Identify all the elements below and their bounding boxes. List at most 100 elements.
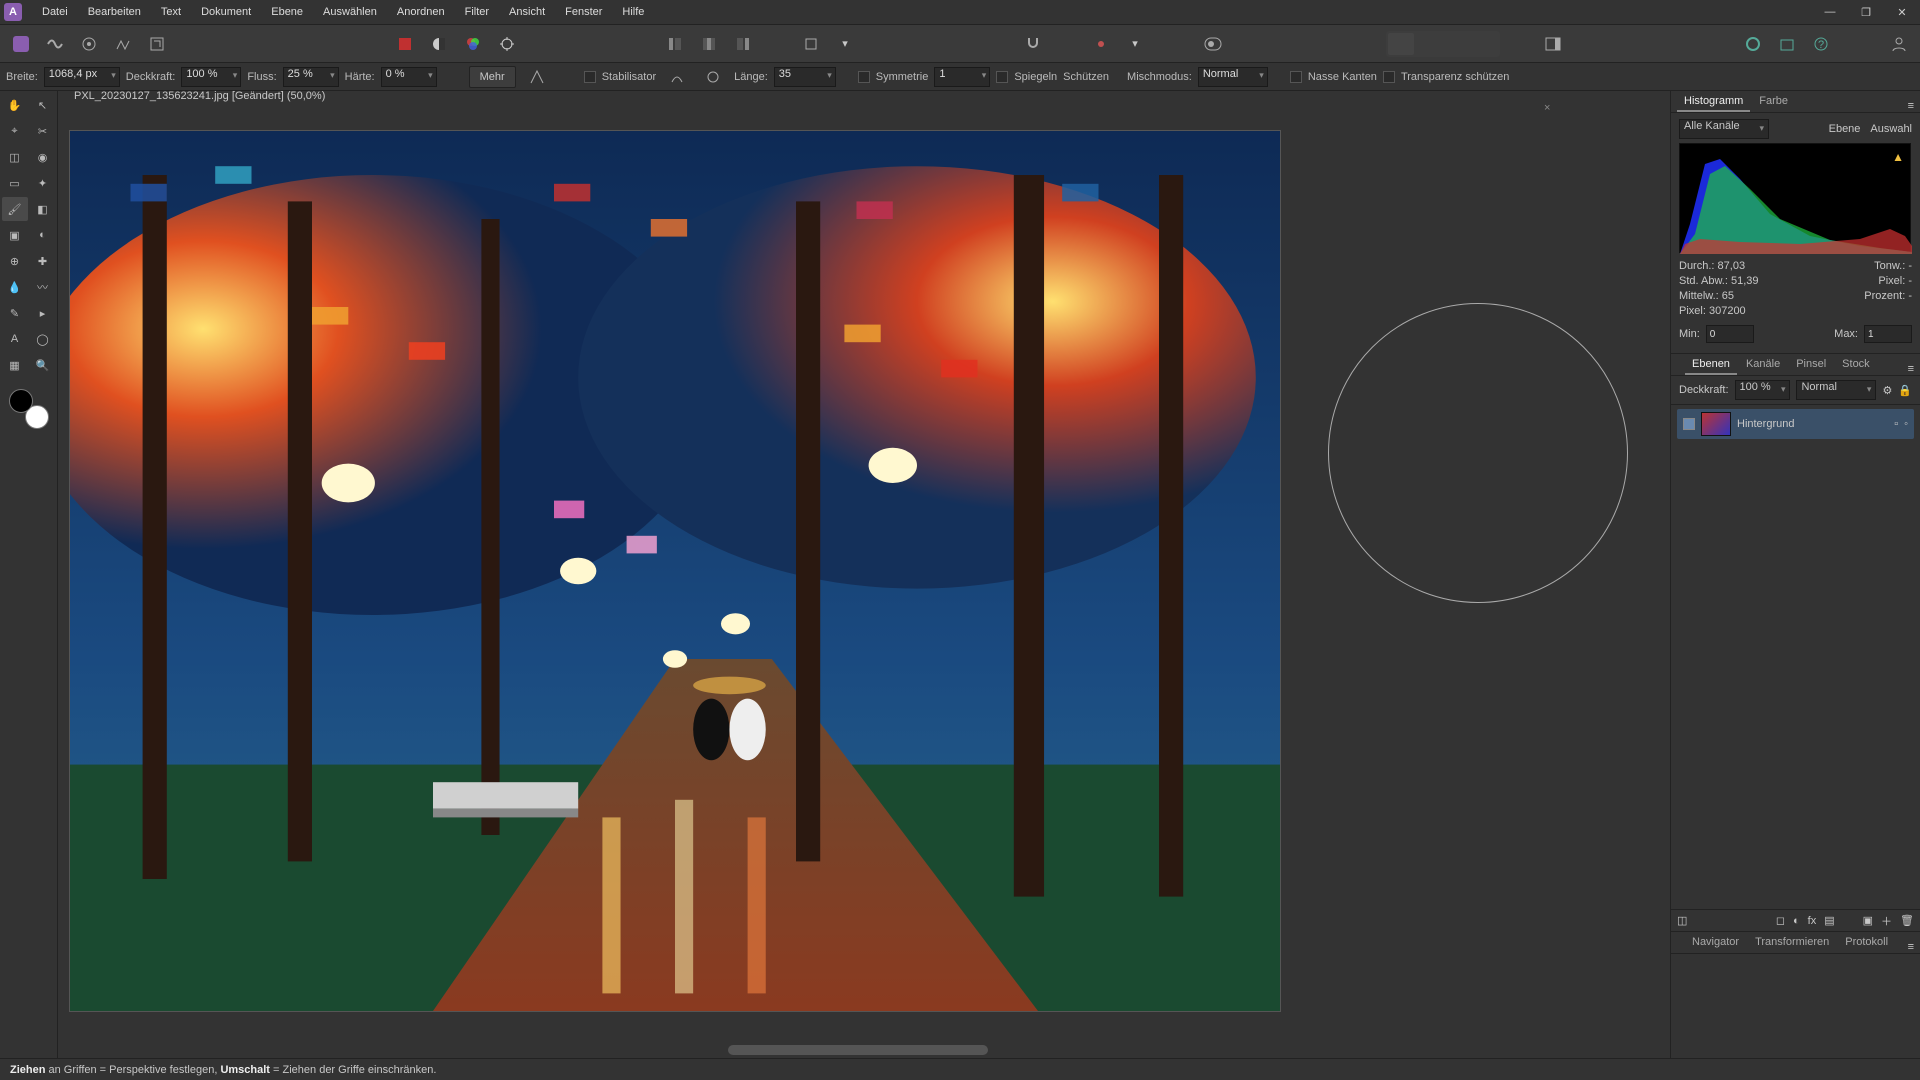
warning-icon[interactable]: ▲: [1892, 150, 1904, 164]
smudge-tool-icon[interactable]: 〰: [30, 275, 56, 299]
segmented-4-icon[interactable]: [1472, 33, 1498, 55]
zoom-tool-icon[interactable]: 🔍: [30, 353, 56, 377]
shape-tool-icon[interactable]: ◯: [30, 327, 56, 351]
arrange-left-icon[interactable]: [660, 30, 690, 58]
arrange-right-icon[interactable]: [728, 30, 758, 58]
mask-layer-icon[interactable]: ◻: [1776, 914, 1785, 927]
mirror-checkbox[interactable]: [996, 71, 1008, 83]
scope-auswahl-button[interactable]: Auswahl: [1870, 123, 1912, 135]
mesh-tool-icon[interactable]: ▦: [2, 353, 28, 377]
fx-layer-icon[interactable]: fx: [1808, 915, 1817, 927]
develop-persona-icon[interactable]: [74, 30, 104, 58]
blur-tool-icon[interactable]: 💧: [2, 275, 28, 299]
autowhitebalance-icon[interactable]: [492, 30, 522, 58]
histogram-channel-select[interactable]: Alle Kanäle: [1679, 119, 1769, 139]
autolevels-icon[interactable]: [390, 30, 420, 58]
healing-tool-icon[interactable]: ✚: [30, 249, 56, 273]
protectalpha-checkbox[interactable]: [1383, 71, 1395, 83]
panel-menu-icon[interactable]: ≡: [1908, 941, 1914, 953]
menu-hilfe[interactable]: Hilfe: [612, 2, 654, 22]
move-tool-icon[interactable]: ↖: [30, 93, 56, 117]
segmented-3-icon[interactable]: [1444, 33, 1470, 55]
dodge-tool-icon[interactable]: ◐: [30, 223, 56, 247]
panel-menu-icon[interactable]: ≡: [1908, 363, 1914, 375]
livefilter-layer-icon[interactable]: ▤: [1824, 914, 1834, 927]
assistant-dropdown-icon[interactable]: ▾: [1120, 30, 1150, 58]
selection-tool-icon[interactable]: ◫: [2, 145, 28, 169]
tab-farbe[interactable]: Farbe: [1752, 92, 1795, 112]
brush-opacity-input[interactable]: 100 %: [181, 67, 241, 87]
canvas[interactable]: [58, 113, 1670, 1042]
color-swatch[interactable]: [9, 389, 49, 429]
arrange-center-icon[interactable]: [694, 30, 724, 58]
menu-auswaehlen[interactable]: Auswählen: [313, 2, 387, 22]
stock-icon[interactable]: [1772, 30, 1802, 58]
paintbrush-tool-icon[interactable]: 🖌: [2, 197, 28, 221]
group-layer-icon[interactable]: ▣: [1863, 914, 1873, 927]
erase-tool-icon[interactable]: ◧: [30, 197, 56, 221]
flood-select-tool-icon[interactable]: ✦: [30, 171, 56, 195]
menu-bearbeiten[interactable]: Bearbeiten: [78, 2, 151, 22]
panel-menu-icon[interactable]: ≡: [1908, 100, 1914, 112]
tonemap-persona-icon[interactable]: [108, 30, 138, 58]
account-icon[interactable]: [1884, 30, 1914, 58]
menu-anordnen[interactable]: Anordnen: [387, 2, 455, 22]
freehand-select-tool-icon[interactable]: ◉: [30, 145, 56, 169]
menu-ansicht[interactable]: Ansicht: [499, 2, 555, 22]
autocolors-icon[interactable]: [458, 30, 488, 58]
marquee-tool-icon[interactable]: ▭: [2, 171, 28, 195]
tab-protokoll[interactable]: Protokoll: [1838, 933, 1895, 953]
scope-ebene-button[interactable]: Ebene: [1829, 123, 1861, 135]
symmetry-checkbox[interactable]: [858, 71, 870, 83]
maximize-button[interactable]: ❐: [1848, 0, 1884, 24]
layer-visible-checkbox[interactable]: [1683, 418, 1695, 430]
assistant-icon[interactable]: [1086, 30, 1116, 58]
close-button[interactable]: ✕: [1884, 0, 1920, 24]
tab-kanaele[interactable]: Kanäle: [1739, 355, 1787, 375]
stabilizer-checkbox[interactable]: [584, 71, 596, 83]
layer-fx-icon[interactable]: ⚙: [1882, 384, 1892, 397]
node-tool-icon[interactable]: ▸: [30, 301, 56, 325]
help-cloud-icon[interactable]: ?: [1806, 30, 1836, 58]
brush-hardness-input[interactable]: 0 %: [381, 67, 437, 87]
segmented-2-icon[interactable]: [1416, 33, 1442, 55]
symmetry-input[interactable]: 1: [934, 67, 990, 87]
photo-persona-icon[interactable]: [6, 30, 36, 58]
tab-stock[interactable]: Stock: [1835, 355, 1877, 375]
colorpicker-tool-icon[interactable]: ⌖: [2, 119, 28, 143]
text-tool-icon[interactable]: A: [2, 327, 28, 351]
menu-filter[interactable]: Filter: [455, 2, 499, 22]
blendmode-select[interactable]: Normal: [1198, 67, 1268, 87]
export-persona-icon[interactable]: [142, 30, 172, 58]
length-input[interactable]: 35: [774, 67, 836, 87]
min-input[interactable]: [1706, 325, 1754, 343]
brush-width-input[interactable]: 1068,4 px: [44, 67, 120, 87]
tab-pinsel[interactable]: Pinsel: [1789, 355, 1833, 375]
segmented-1-icon[interactable]: [1388, 33, 1414, 55]
menu-fenster[interactable]: Fenster: [555, 2, 612, 22]
layer-row[interactable]: Hintergrund ▫ ◦: [1677, 409, 1914, 439]
autocontrast-icon[interactable]: [424, 30, 454, 58]
brush-flow-input[interactable]: 25 %: [283, 67, 339, 87]
quickmask-icon[interactable]: [1198, 30, 1228, 58]
studio-layout-icon[interactable]: [1538, 30, 1568, 58]
layer-lock-indicator-icon[interactable]: ▫: [1894, 418, 1898, 430]
insert-target-dropdown-icon[interactable]: ▾: [830, 30, 860, 58]
sync-icon[interactable]: [1738, 30, 1768, 58]
layer-link-icon[interactable]: ◦: [1904, 418, 1908, 430]
liquify-persona-icon[interactable]: [40, 30, 70, 58]
layer-lock-icon[interactable]: 🔒: [1898, 384, 1912, 397]
snapping-icon[interactable]: [1018, 30, 1048, 58]
view-tool-icon[interactable]: ✋: [2, 93, 28, 117]
wetedges-checkbox[interactable]: [1290, 71, 1302, 83]
tab-ebenen[interactable]: Ebenen: [1685, 355, 1737, 375]
menu-datei[interactable]: Datei: [32, 2, 78, 22]
crop-tool-icon[interactable]: ✂: [30, 119, 56, 143]
horizontal-scrollbar[interactable]: [58, 1042, 1670, 1058]
add-layer-icon[interactable]: ＋: [1881, 913, 1892, 929]
fill-tool-icon[interactable]: ▣: [2, 223, 28, 247]
menu-dokument[interactable]: Dokument: [191, 2, 261, 22]
layer-blend-select[interactable]: Normal: [1796, 380, 1876, 400]
clone-tool-icon[interactable]: ⊕: [2, 249, 28, 273]
minimize-button[interactable]: —: [1812, 0, 1848, 24]
